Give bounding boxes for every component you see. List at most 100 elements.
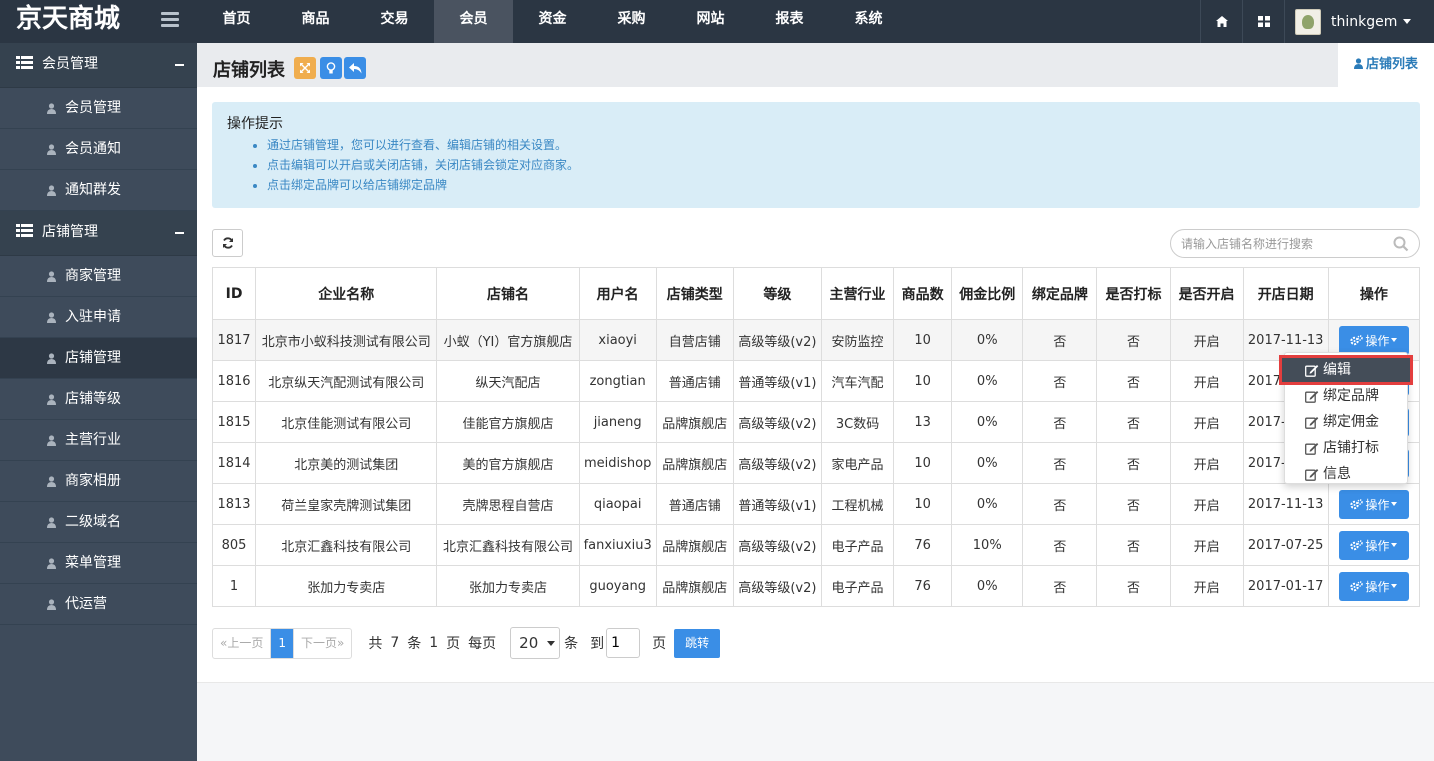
column-header: ID xyxy=(211,267,257,320)
operation-button[interactable]: 操作 xyxy=(1338,489,1409,519)
sidebar-item-industry[interactable]: 主营行业 xyxy=(0,420,197,461)
cell-enabled: 开启 xyxy=(1169,360,1244,402)
operation-button[interactable]: 操作 xyxy=(1338,530,1409,560)
nav-member[interactable]: 会员 xyxy=(434,0,513,43)
cell-open-date: 2017-11-13 xyxy=(1242,483,1329,525)
sidebar-item-label: 店铺管理 xyxy=(65,350,121,366)
cell-shop-name: 美的官方旗舰店 xyxy=(436,442,580,484)
per-page-label: 每页 xyxy=(468,636,497,652)
cell-goods-count: 10 xyxy=(893,442,953,484)
brand-logo[interactable]: 京天商城 xyxy=(0,0,154,43)
sidebar-item-shop-manage[interactable]: 店铺管理 xyxy=(0,338,197,379)
cell-bind-brand: 否 xyxy=(1022,360,1098,402)
cell-bind-brand: 否 xyxy=(1022,401,1098,443)
home-icon[interactable] xyxy=(1200,0,1242,43)
operation-button[interactable]: 操作 xyxy=(1338,325,1409,355)
nav-home[interactable]: 首页 xyxy=(197,0,276,43)
menu-item-bind-brand[interactable]: 绑定品牌 xyxy=(1285,383,1407,409)
next-page-button[interactable]: 下一页» xyxy=(292,628,351,658)
sidebar-item-label: 会员通知 xyxy=(65,141,121,157)
search-icon[interactable] xyxy=(1393,236,1409,252)
per-page-select[interactable]: 20 xyxy=(510,627,561,659)
sidebar-item-member-notice[interactable]: 会员通知 xyxy=(0,129,197,170)
total-prefix: 共 xyxy=(368,636,383,652)
cell-username: zongtian xyxy=(578,360,657,402)
nav-goods[interactable]: 商品 xyxy=(276,0,355,43)
sidebar-item-label: 商家相册 xyxy=(65,473,121,489)
table-row: 1 张加力专卖店 张加力专卖店 guoyang 品牌旗舰店 高级等级(v2) 电子产品 76 0… xyxy=(211,565,1421,607)
collapse-icon[interactable] xyxy=(175,64,184,66)
grid-icon[interactable] xyxy=(1242,0,1284,43)
user-menu[interactable]: thinkgem xyxy=(1284,0,1434,43)
cell-industry: 电子产品 xyxy=(820,565,895,607)
column-header: 操作 xyxy=(1327,267,1421,320)
main-content: 操作提示 通过店铺管理，您可以进行查看、编辑店铺的相关设置。 点击编辑可以开启或… xyxy=(197,87,1434,761)
caret-down-icon xyxy=(1391,338,1398,342)
refresh-button[interactable] xyxy=(212,229,243,257)
menu-item-info[interactable]: 信息 xyxy=(1285,461,1407,487)
page-number-current[interactable]: 1 xyxy=(271,628,293,658)
cell-enabled: 开启 xyxy=(1169,319,1244,361)
menu-toggle-icon[interactable] xyxy=(161,12,179,28)
collapse-icon[interactable] xyxy=(175,232,184,234)
sidebar-item-label: 入驻申请 xyxy=(65,309,121,325)
prev-page-button[interactable]: «上一页 xyxy=(213,628,272,658)
goto-page-input[interactable] xyxy=(606,628,641,658)
page-header: 店铺列表 店铺列表 xyxy=(197,43,1434,87)
cell-username: jianeng xyxy=(578,401,657,443)
cell-id: 1813 xyxy=(211,483,257,525)
user-icon xyxy=(47,353,56,364)
sidebar-item-album[interactable]: 商家相册 xyxy=(0,461,197,502)
sidebar-item-notice-broadcast[interactable]: 通知群发 xyxy=(0,170,197,211)
cell-bind-brand: 否 xyxy=(1022,483,1098,525)
nav-website[interactable]: 网站 xyxy=(671,0,750,43)
nav-finance[interactable]: 资金 xyxy=(513,0,592,43)
sidebar-item-member-manage[interactable]: 会员管理 xyxy=(0,88,197,129)
cell-industry: 3C数码 xyxy=(820,401,895,443)
sidebar-item-agency[interactable]: 代运营 xyxy=(0,584,197,625)
nav-system[interactable]: 系统 xyxy=(829,0,908,43)
table-row: 805 北京汇鑫科技有限公司 北京汇鑫科技有限公司 fanxiuxiu3 品牌旗舰店 高级… xyxy=(211,524,1421,566)
gears-icon xyxy=(1350,539,1364,550)
sidebar-item-shop-level[interactable]: 店铺等级 xyxy=(0,379,197,420)
breadcrumb[interactable]: 店铺列表 xyxy=(1338,43,1434,87)
operation-button[interactable]: 操作 xyxy=(1338,571,1409,601)
sidebar-item-subdomain[interactable]: 二级域名 xyxy=(0,502,197,543)
back-button[interactable] xyxy=(344,57,366,79)
cell-commission: 0% xyxy=(951,565,1024,607)
sidebar-item-apply[interactable]: 入驻申请 xyxy=(0,297,197,338)
menu-item-bind-commission[interactable]: 绑定佣金 xyxy=(1285,409,1407,435)
cell-enabled: 开启 xyxy=(1169,442,1244,484)
column-header: 绑定品牌 xyxy=(1022,267,1098,320)
menu-item-shop-tag[interactable]: 店铺打标 xyxy=(1285,435,1407,461)
sidebar-group-member[interactable]: 会员管理 xyxy=(0,43,197,88)
nav-purchase[interactable]: 采购 xyxy=(592,0,671,43)
sidebar-group-shop[interactable]: 店铺管理 xyxy=(0,211,197,256)
cell-industry: 汽车汽配 xyxy=(820,360,895,402)
gears-icon xyxy=(1350,498,1364,509)
cell-username: fanxiuxiu3 xyxy=(578,524,657,566)
column-header: 佣金比例 xyxy=(951,267,1024,320)
column-header: 商品数 xyxy=(893,267,953,320)
column-header: 是否打标 xyxy=(1096,267,1171,320)
page-unit: 页 xyxy=(446,636,461,652)
cell-level: 高级等级(v2) xyxy=(732,565,822,607)
lightbulb-icon xyxy=(326,61,336,73)
tip-button[interactable] xyxy=(320,57,342,79)
sidebar-item-menu[interactable]: 菜单管理 xyxy=(0,543,197,584)
user-icon xyxy=(47,558,56,569)
search-input[interactable] xyxy=(1181,230,1381,257)
menu-item-edit[interactable]: 编辑 xyxy=(1279,355,1413,385)
search-box xyxy=(1170,229,1420,258)
menu-item-label: 绑定佣金 xyxy=(1323,414,1379,430)
sidebar-item-merchant[interactable]: 商家管理 xyxy=(0,256,197,297)
go-button[interactable]: 跳转 xyxy=(674,628,721,658)
cell-tagged: 否 xyxy=(1096,483,1171,525)
sidebar-item-label: 商家管理 xyxy=(65,268,121,284)
main-nav: 首页 商品 交易 会员 资金 采购 网站 报表 系统 xyxy=(197,0,908,43)
user-icon xyxy=(47,435,56,446)
nav-report[interactable]: 报表 xyxy=(750,0,829,43)
edit-icon xyxy=(1305,468,1319,481)
fullscreen-button[interactable] xyxy=(294,57,316,79)
nav-trade[interactable]: 交易 xyxy=(355,0,434,43)
